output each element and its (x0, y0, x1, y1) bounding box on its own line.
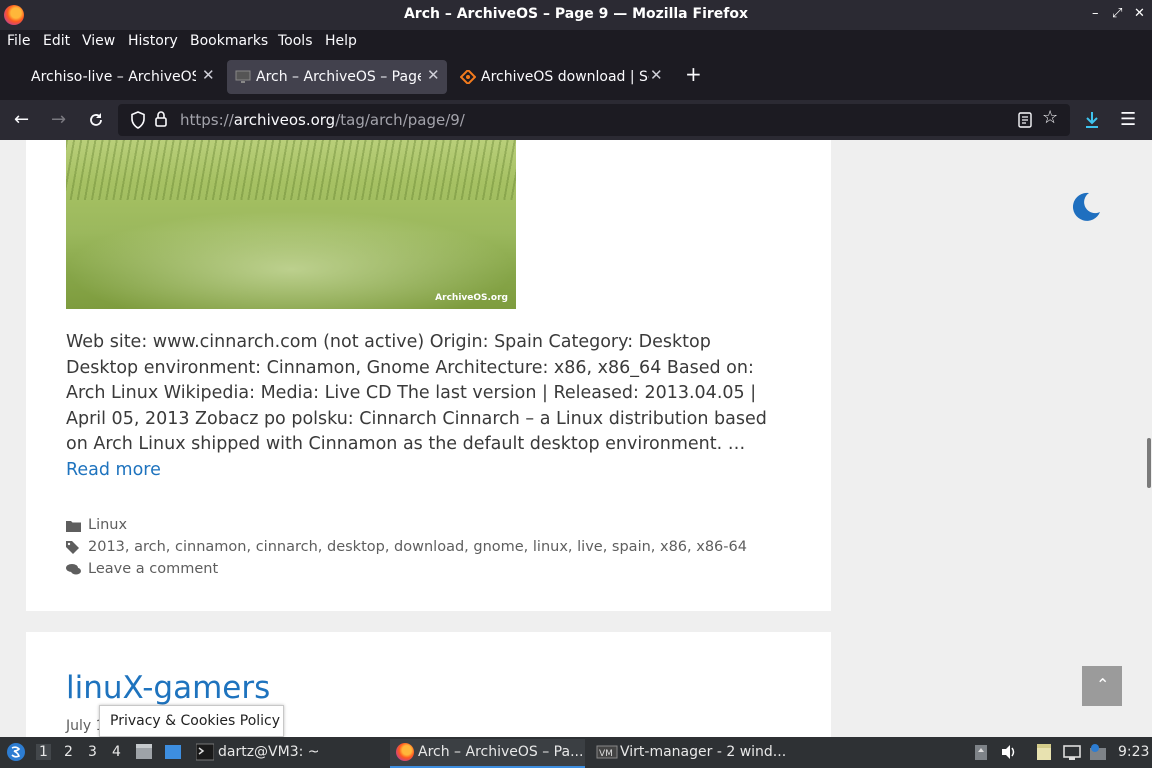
network-icon[interactable] (1063, 743, 1081, 761)
forward-arrow-icon[interactable]: → (51, 109, 66, 130)
tab-close-icon[interactable]: ✕ (650, 66, 663, 84)
post-category: Linux (66, 517, 766, 537)
tab-label: Arch – ArchiveOS – Page (256, 69, 421, 85)
start-menu-icon[interactable] (6, 742, 26, 762)
chevron-up-icon: ⌃ (1096, 675, 1110, 694)
post-excerpt: Web site: www.cinnarch.com (not active) … (66, 332, 767, 480)
post-comments: Leave a comment (66, 561, 366, 581)
menu-tools[interactable]: Tools (278, 33, 313, 49)
updates-tray-icon[interactable] (1089, 743, 1107, 761)
menu-view[interactable]: View (82, 33, 115, 49)
hamburger-menu-icon[interactable]: ☰ (1120, 109, 1136, 130)
category-link[interactable]: Linux (88, 517, 127, 533)
firefox-taskbar-icon (396, 743, 414, 761)
workspace-3[interactable]: 3 (88, 744, 97, 760)
post-featured-image[interactable]: ArchiveOS.org (66, 140, 516, 309)
lock-icon[interactable] (154, 110, 168, 128)
window-titlebar: Arch – ArchiveOS – Page 9 — Mozilla Fire… (0, 0, 1152, 30)
tags-list[interactable]: 2013, arch, cinnamon, cinnarch, desktop,… (88, 539, 747, 555)
workspace-4[interactable]: 4 (112, 744, 121, 760)
scroll-to-top-button[interactable]: ⌃ (1082, 666, 1122, 706)
workspace-1[interactable]: 1 (36, 744, 51, 760)
url-text[interactable]: https://archiveos.org/tag/arch/page/9/ (180, 111, 465, 129)
privacy-cookies-button[interactable]: Privacy & Cookies Policy (99, 705, 284, 737)
close-window-icon[interactable]: ✕ (1134, 6, 1145, 21)
image-watermark: ArchiveOS.org (435, 293, 508, 303)
url-bar[interactable]: https://archiveos.org/tag/arch/page/9/ ☆ (118, 104, 1070, 136)
sourceforge-favicon-icon (460, 70, 476, 84)
taskbar-firefox-label[interactable]: Arch – ArchiveOS – Pa... (418, 744, 583, 760)
minimize-icon[interactable]: – (1092, 6, 1099, 21)
read-more-link[interactable]: Read more (66, 460, 161, 480)
folder-icon (66, 521, 81, 532)
page-viewport: ArchiveOS.org Web site: www.cinnarch.com… (0, 140, 1152, 737)
menu-file[interactable]: File (7, 33, 30, 49)
tag-icon (66, 541, 79, 554)
notes-tray-icon[interactable] (1035, 743, 1053, 761)
workspace-2[interactable]: 2 (64, 744, 73, 760)
tab-close-icon[interactable]: ✕ (427, 66, 440, 84)
leave-comment-link[interactable]: Leave a comment (88, 561, 218, 577)
tab-archiveos-download[interactable]: ArchiveOS download | So ✕ (452, 60, 670, 94)
menu-edit[interactable]: Edit (43, 33, 70, 49)
menu-history[interactable]: History (128, 33, 178, 49)
taskbar: 1 2 3 4 dartz@VM3: ~ Arch – ArchiveOS – … (0, 737, 1152, 768)
virt-manager-icon: VM (596, 745, 618, 759)
tab-label: Archiso-live – ArchiveOS (31, 69, 196, 85)
window-title: Arch – ArchiveOS – Page 9 — Mozilla Fire… (403, 6, 749, 22)
taskbar-terminal[interactable]: dartz@VM3: ~ (218, 744, 320, 760)
reader-view-icon[interactable] (1018, 112, 1032, 128)
post-tags: 2013, arch, cinnamon, cinnarch, desktop,… (66, 539, 786, 559)
scrollbar-thumb[interactable] (1147, 438, 1151, 488)
menu-help[interactable]: Help (325, 33, 357, 49)
menu-bookmarks[interactable]: Bookmarks (190, 33, 268, 49)
volume-icon[interactable] (1000, 743, 1018, 761)
navigation-toolbar: ← → https://archiveos.org/tag/arch/page/… (0, 100, 1152, 140)
clock[interactable]: 9:23 (1118, 744, 1149, 760)
tab-bar: Archiso-live – ArchiveOS ✕ Arch – Archiv… (0, 54, 1152, 100)
taskbar-virt-manager[interactable]: Virt-manager - 2 wind... (620, 744, 786, 760)
maximize-icon[interactable]: ⤢ (1112, 6, 1122, 21)
tab-archiso-live[interactable]: Archiso-live – ArchiveOS ✕ (22, 60, 220, 94)
back-arrow-icon[interactable]: ← (14, 109, 29, 130)
clipboard-tray-icon[interactable] (972, 743, 990, 761)
post-card: ArchiveOS.org Web site: www.cinnarch.com… (26, 140, 831, 611)
downloads-icon[interactable] (1083, 110, 1101, 130)
menu-bar: File Edit View History Bookmarks Tools H… (0, 30, 1152, 54)
tab-arch-archiveos[interactable]: Arch – ArchiveOS – Page ✕ (227, 60, 447, 94)
terminal-icon (196, 743, 214, 761)
bookmark-star-icon[interactable]: ☆ (1042, 107, 1058, 128)
svg-text:VM: VM (599, 749, 613, 759)
show-desktop-icon[interactable] (164, 743, 182, 761)
tab-close-icon[interactable]: ✕ (202, 66, 215, 84)
file-manager-icon[interactable] (135, 743, 153, 761)
monitor-favicon-icon (235, 70, 251, 83)
dark-mode-moon-icon[interactable] (1069, 190, 1103, 224)
tracking-shield-icon[interactable] (130, 111, 146, 129)
post-title-link[interactable]: linuX-gamers (66, 670, 270, 706)
comment-icon (66, 564, 81, 575)
tab-label: ArchiveOS download | So (481, 69, 649, 85)
new-tab-plus-icon[interactable]: + (685, 62, 702, 86)
reload-icon[interactable] (87, 111, 105, 129)
